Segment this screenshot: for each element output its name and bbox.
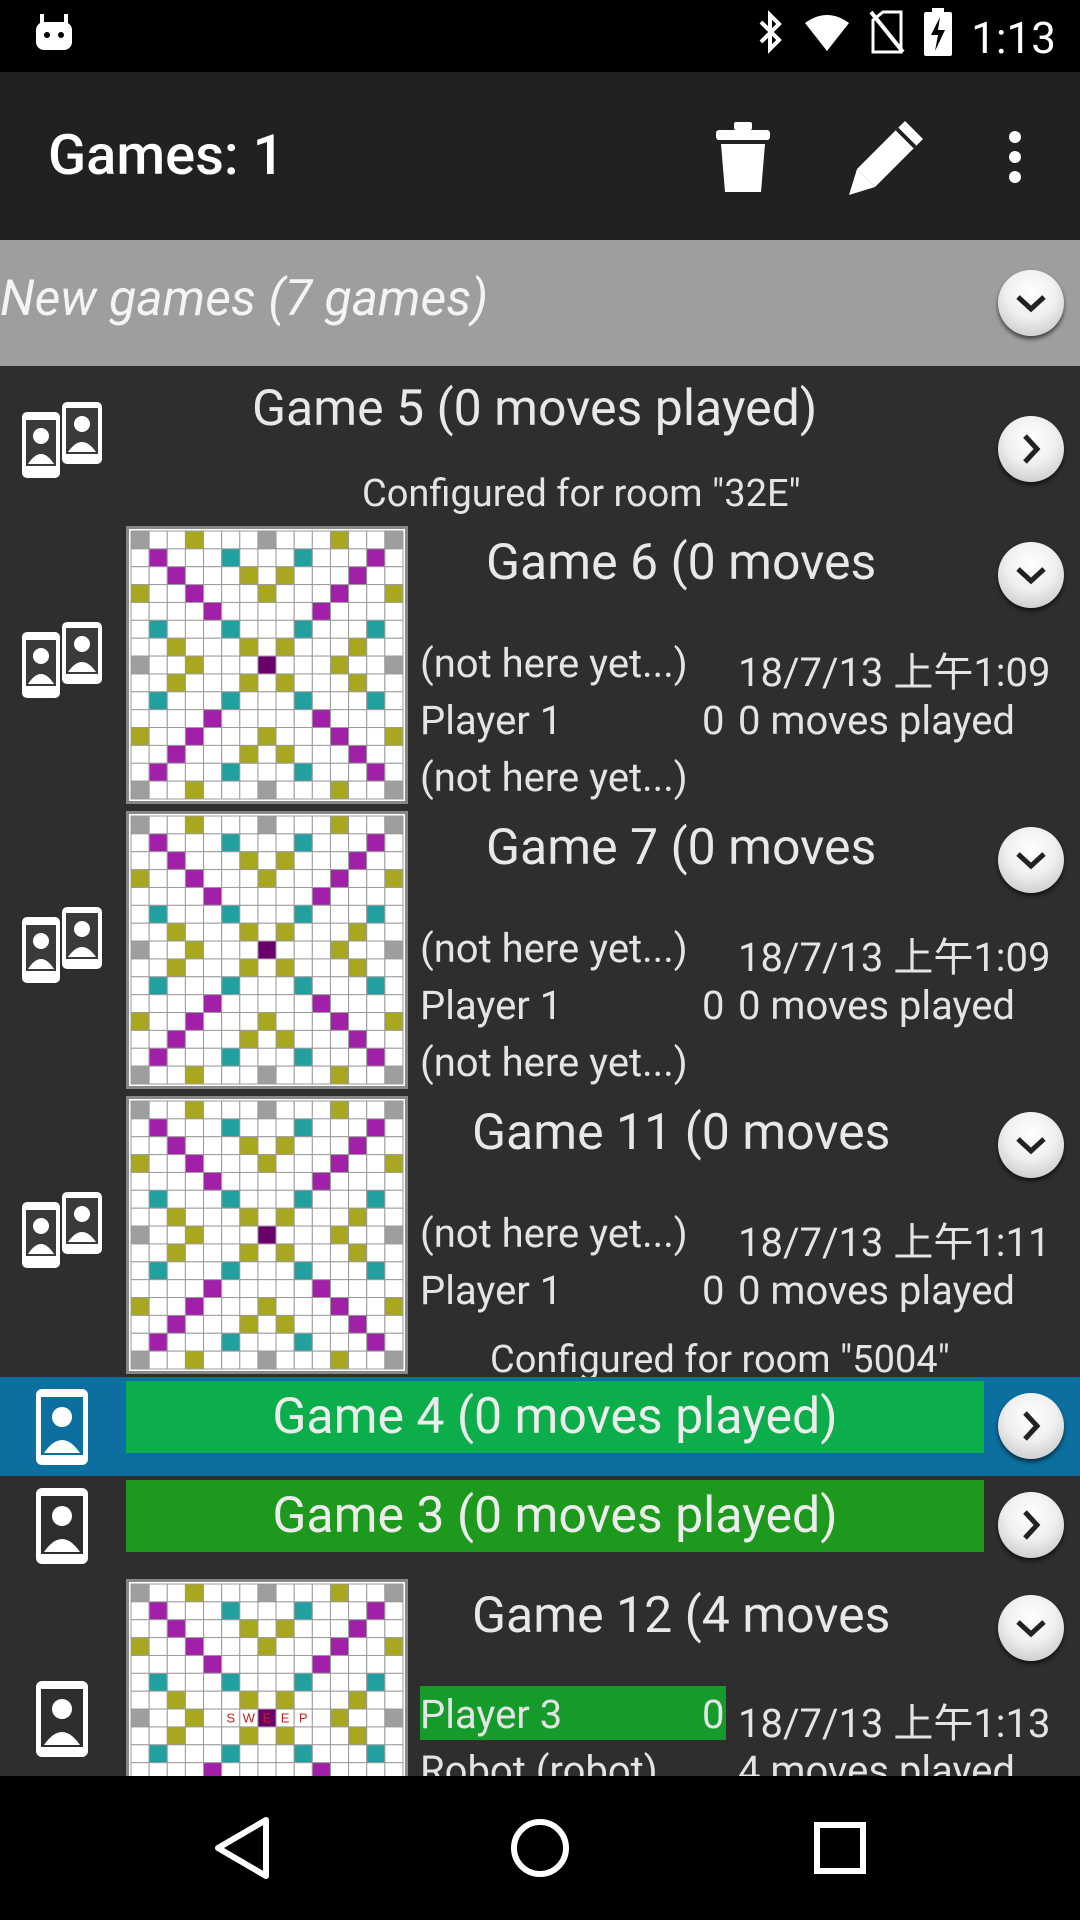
- wifi-icon: [803, 12, 851, 64]
- board-tile-letter: E: [281, 1711, 290, 1726]
- board-tile-letter: S: [226, 1711, 235, 1726]
- game-date: 18/7/13 上午1:13: [738, 1700, 1051, 1747]
- android-debug-icon: [34, 14, 74, 56]
- board-tile-letter: E: [263, 1711, 272, 1726]
- multi-device-icon: [20, 622, 104, 706]
- player-line: Player 1: [420, 697, 563, 744]
- single-device-icon: [34, 1387, 90, 1471]
- player-score: 0: [702, 1691, 725, 1738]
- no-sim-icon: [869, 10, 905, 65]
- player-score: 0: [702, 1267, 725, 1314]
- chevron-down-icon[interactable]: [998, 1595, 1064, 1661]
- section-label: New games (7 games): [0, 270, 489, 328]
- game-title: Game 11 (0 moves: [472, 1104, 891, 1162]
- trash-icon[interactable]: [698, 112, 788, 202]
- single-device-icon: [34, 1486, 90, 1570]
- player-line: (not here yet...): [420, 1210, 688, 1257]
- game-row-selected[interactable]: Game 4 (0 moves played): [0, 1377, 1080, 1479]
- recents-icon[interactable]: [814, 1822, 866, 1878]
- player-line: Player 1: [420, 982, 563, 1029]
- chevron-right-icon[interactable]: [998, 416, 1064, 482]
- moves-played: 0 moves played: [738, 1267, 1015, 1314]
- moves-played: 4 moves played: [738, 1747, 1015, 1776]
- board-tile-letter: P: [299, 1711, 308, 1726]
- chevron-right-icon[interactable]: [998, 1393, 1064, 1459]
- bluetooth-icon: [755, 10, 785, 65]
- player-line: (not here yet...): [420, 754, 688, 801]
- chevron-right-icon[interactable]: [998, 1492, 1064, 1558]
- chevron-down-icon[interactable]: [998, 542, 1064, 608]
- game-date: 18/7/13 上午1:09: [738, 934, 1051, 981]
- player-line: (not here yet...): [420, 640, 688, 687]
- game-room-config: Configured for room "5004": [490, 1338, 950, 1380]
- game-room-config: Configured for room "32E": [362, 472, 801, 516]
- game-title: Game 6 (0 moves: [486, 534, 877, 592]
- game-row[interactable]: Game 3 (0 moves played): [0, 1476, 1080, 1578]
- new-games-section-header[interactable]: New games (7 games): [0, 240, 1080, 369]
- back-icon[interactable]: [212, 1816, 272, 1884]
- game-title: Game 3 (0 moves played): [126, 1480, 984, 1552]
- pencil-icon[interactable]: [842, 112, 932, 202]
- game-title: Game 4 (0 moves played): [126, 1381, 984, 1453]
- board-thumbnail: [126, 1096, 408, 1374]
- game-date: 18/7/13 上午1:09: [738, 649, 1051, 696]
- player-line: Robot (robot): [420, 1747, 658, 1776]
- game-row[interactable]: SWEEP Game 12 (4 moves Player 3 0 18/7/1…: [0, 1575, 1080, 1776]
- clock: 1:13: [971, 11, 1056, 64]
- moves-played: 0 moves played: [738, 697, 1015, 744]
- chevron-down-icon[interactable]: [998, 270, 1064, 336]
- player-score: 0: [702, 697, 725, 744]
- board-thumbnail: [126, 526, 408, 804]
- game-row[interactable]: Game 6 (0 moves (not here yet...) 18/7/1…: [0, 522, 1080, 810]
- player-line: (not here yet...): [420, 1039, 688, 1086]
- player-line: (not here yet...): [420, 925, 688, 972]
- status-bar: 1:13: [0, 0, 1080, 72]
- board-thumbnail: SWEEP: [126, 1579, 408, 1776]
- chevron-down-icon[interactable]: [998, 827, 1064, 893]
- board-tile-letter: W: [243, 1711, 256, 1726]
- page-title: Games: 1: [48, 122, 285, 188]
- moves-played: 0 moves played: [738, 982, 1015, 1029]
- game-title: Game 5 (0 moves played): [252, 380, 818, 438]
- player-line: Player 3: [420, 1691, 563, 1738]
- battery-charging-icon: [923, 8, 953, 67]
- home-icon[interactable]: [510, 1818, 570, 1882]
- multi-device-icon: [20, 907, 104, 991]
- navigation-bar: [0, 1776, 1080, 1920]
- game-title: Game 7 (0 moves: [486, 819, 877, 877]
- chevron-down-icon[interactable]: [998, 1112, 1064, 1178]
- game-date: 18/7/13 上午1:11: [738, 1219, 1051, 1266]
- game-row[interactable]: Game 5 (0 moves played) Configured for r…: [0, 366, 1080, 525]
- player-line: Player 1: [420, 1267, 563, 1314]
- multi-device-icon: [20, 402, 104, 486]
- single-device-icon: [34, 1679, 90, 1763]
- game-title: Game 12 (4 moves: [472, 1587, 891, 1645]
- app-bar: Games: 1: [0, 72, 1080, 240]
- game-row[interactable]: Game 7 (0 moves (not here yet...) 18/7/1…: [0, 807, 1080, 1095]
- overflow-menu-icon[interactable]: [970, 112, 1060, 202]
- board-thumbnail: [126, 811, 408, 1089]
- game-row[interactable]: Game 11 (0 moves (not here yet...) 18/7/…: [0, 1092, 1080, 1380]
- player-score: 0: [702, 982, 725, 1029]
- multi-device-icon: [20, 1192, 104, 1276]
